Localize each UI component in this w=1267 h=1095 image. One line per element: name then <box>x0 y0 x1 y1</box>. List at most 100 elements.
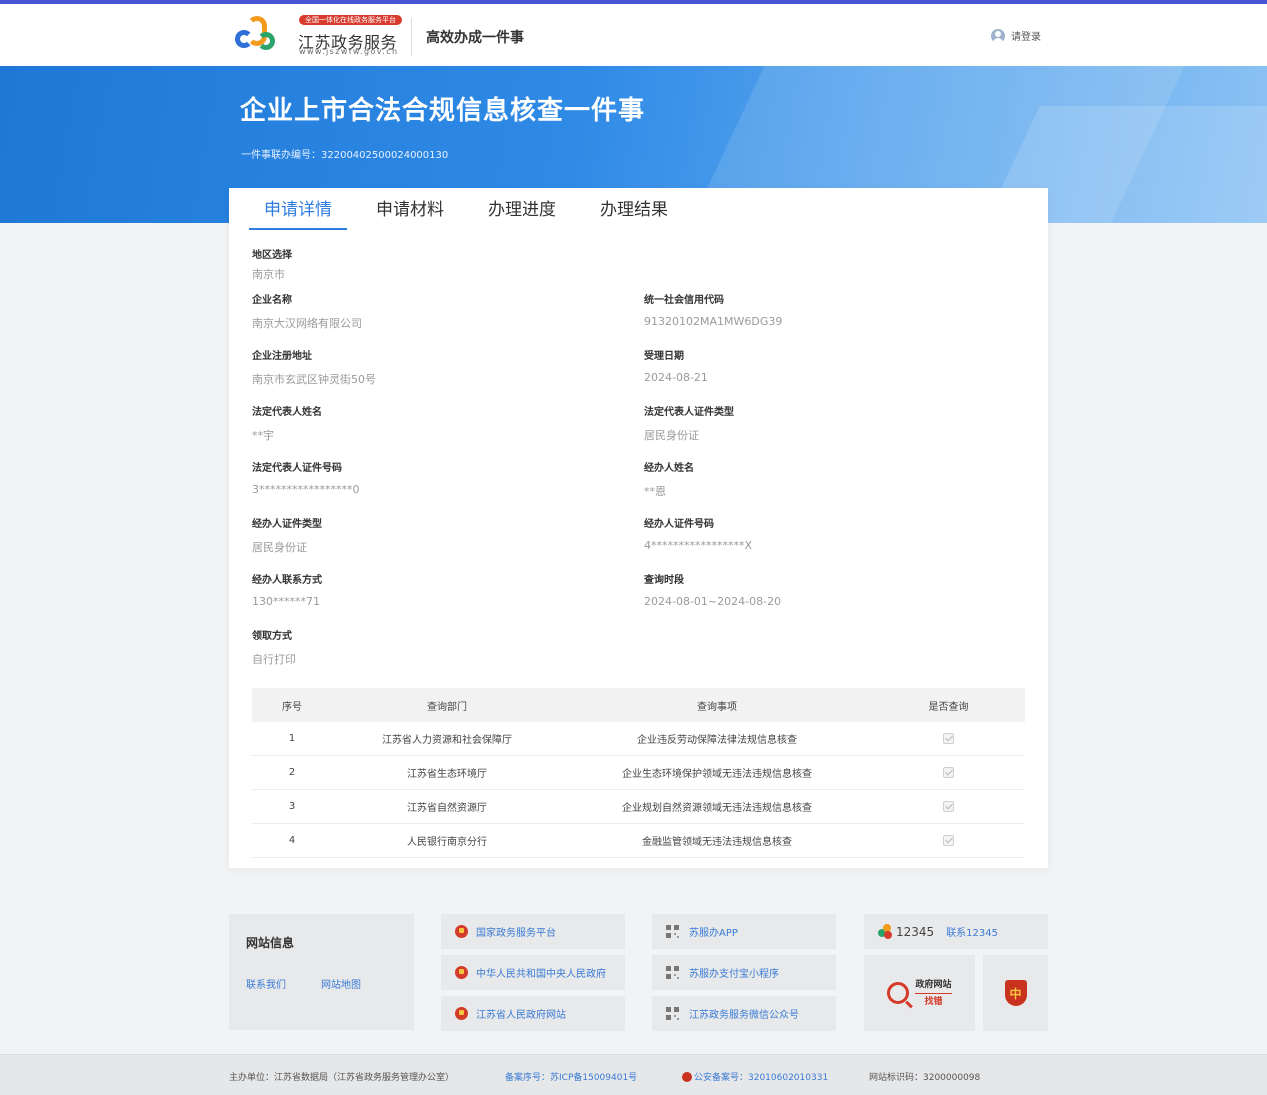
header-slogan: 高效办成一件事 <box>426 30 524 46</box>
queried-checkbox <box>943 835 954 846</box>
qr-code-icon <box>666 1007 679 1020</box>
app-link-label: 江苏政务服务微信公众号 <box>689 1010 799 1021</box>
field-value: 2024-08-21 <box>644 371 708 384</box>
national-emblem-icon <box>455 925 468 938</box>
field-agent-id-type: 经办人证件类型 居民身份证 <box>252 515 612 555</box>
party-org-badge[interactable]: 中 <box>983 955 1048 1031</box>
app-link-wechat[interactable]: 江苏政务服务微信公众号 <box>652 996 836 1031</box>
tab-progress[interactable]: 办理进度 <box>473 188 571 230</box>
field-value: 自行打印 <box>252 653 296 666</box>
field-accept-date: 受理日期 2024-08-21 <box>644 347 1004 384</box>
column-header-dept: 查询部门 <box>427 701 467 713</box>
field-agent-id-no: 经办人证件号码 4*****************X <box>644 515 1004 552</box>
field-value: **恩 <box>644 485 666 498</box>
bottom-bar: 主办单位：江苏省数据局（江苏省政务服务管理办公室） 备案序号：苏ICP备1500… <box>0 1054 1267 1095</box>
field-reg-address: 企业注册地址 南京市玄武区钟灵街50号 <box>252 347 612 387</box>
field-query-period: 查询时段 2024-08-01~2024-08-20 <box>644 571 1004 608</box>
field-value: 居民身份证 <box>252 541 307 554</box>
field-label: 经办人姓名 <box>644 463 694 474</box>
shield-icon: 中 <box>1004 980 1027 1006</box>
column-header-queried: 是否查询 <box>928 701 969 713</box>
login-label: 请登录 <box>1011 32 1041 43</box>
field-legal-id-no: 法定代表人证件号码 3*****************0 <box>252 459 612 496</box>
gov-link-central[interactable]: 中华人民共和国中央人民政府 <box>441 955 625 990</box>
field-label: 统一社会信用代码 <box>644 295 724 306</box>
row-dept: 人民银行南京分行 <box>407 837 487 848</box>
table-row: 1 江苏省人力资源和社会保障厅 企业违反劳动保障法律法规信息核查 <box>252 722 1025 756</box>
field-label: 经办人证件号码 <box>644 519 714 530</box>
platform-badge: 全国一体化在线政务服务平台 <box>299 15 402 25</box>
tab-application-details[interactable]: 申请详情 <box>249 188 347 230</box>
column-header-no: 序号 <box>282 701 302 713</box>
field-label: 经办人联系方式 <box>252 575 322 586</box>
gov-site-error-report[interactable]: 政府网站 找错 <box>864 955 975 1031</box>
hotline-link-label: 联系12345 <box>946 928 998 939</box>
tab-bar: 申请详情 申请材料 办理进度 办理结果 <box>249 188 697 230</box>
header-divider <box>411 18 412 56</box>
app-link-sufuban[interactable]: 苏服办APP <box>652 914 836 949</box>
hotline-12345-icon: 12345 <box>878 923 935 940</box>
qr-code-icon <box>666 925 679 938</box>
field-region: 地区选择 南京市 <box>252 246 612 282</box>
gov-link-jiangsu[interactable]: 江苏省人民政府网站 <box>441 996 625 1031</box>
row-no: 3 <box>288 801 296 812</box>
tab-result[interactable]: 办理结果 <box>585 188 683 230</box>
login-button[interactable]: 请登录 <box>991 28 1041 43</box>
gov-link-label: 中华人民共和国中央人民政府 <box>476 969 606 980</box>
gov-link-label: 江苏省人民政府网站 <box>476 1010 566 1021</box>
field-value: 91320102MA1MW6DG39 <box>644 315 783 328</box>
field-label: 经办人证件类型 <box>252 519 322 530</box>
row-no: 4 <box>288 835 296 846</box>
field-label: 企业名称 <box>252 295 292 306</box>
police-badge-icon <box>682 1072 692 1082</box>
queried-checkbox <box>943 767 954 778</box>
field-label: 法定代表人证件号码 <box>252 463 342 474</box>
gov-link-national[interactable]: 国家政务服务平台 <box>441 914 625 949</box>
sitemap-link[interactable]: 网站地图 <box>321 976 361 991</box>
jiucuo-title: 政府网站 <box>915 979 952 990</box>
column-header-item: 查询事项 <box>697 701 737 713</box>
table-row: 4 人民银行南京分行 金融监管领域无违法违规信息核查 <box>252 824 1025 858</box>
row-dept: 江苏省自然资源厅 <box>407 803 487 814</box>
hotline-link[interactable]: 12345 联系12345 <box>864 914 1048 949</box>
brand-url: www.jszwfw.gov.cn <box>299 47 399 56</box>
table-row: 3 江苏省自然资源厅 企业规划自然资源领域无违法违规信息核查 <box>252 790 1025 824</box>
field-value: 居民身份证 <box>644 429 699 442</box>
site-info-title: 网站信息 <box>246 936 295 950</box>
field-legal-id-type: 法定代表人证件类型 居民身份证 <box>644 403 1004 443</box>
field-label: 法定代表人证件类型 <box>644 407 734 418</box>
row-no: 2 <box>288 767 296 778</box>
row-item: 企业生态环境保护领域无违法违规信息核查 <box>622 769 812 780</box>
field-agent-name: 经办人姓名 **恩 <box>644 459 1004 499</box>
hotline-number: 12345 <box>896 924 935 939</box>
field-legal-name: 法定代表人姓名 **宇 <box>252 403 612 443</box>
site-id: 网站标识码：3200000098 <box>869 1073 981 1083</box>
row-no: 1 <box>288 733 296 744</box>
gov-link-label: 国家政务服务平台 <box>476 928 556 939</box>
site-logo-icon[interactable] <box>233 14 277 58</box>
field-label: 法定代表人姓名 <box>252 407 322 418</box>
field-label: 企业注册地址 <box>252 351 312 362</box>
queried-checkbox <box>943 801 954 812</box>
site-header: 全国一体化在线政务服务平台 江苏政务服务 www.jszwfw.gov.cn 高… <box>0 4 1267 66</box>
contact-us-link[interactable]: 联系我们 <box>246 976 286 991</box>
app-link-alipay[interactable]: 苏服办支付宝小程序 <box>652 955 836 990</box>
row-item: 企业违反劳动保障法律法规信息核查 <box>637 735 797 746</box>
icp-link[interactable]: 备案序号：苏ICP备15009401号 <box>505 1070 637 1083</box>
field-agent-phone: 经办人联系方式 130******71 <box>252 571 612 608</box>
police-record-link[interactable]: 公安备案号：32010602010331 <box>682 1070 828 1083</box>
field-value: 4*****************X <box>644 539 753 552</box>
national-emblem-icon <box>455 966 468 979</box>
field-company-name: 企业名称 南京大汉网络有限公司 <box>252 291 612 331</box>
field-label: 查询时段 <box>644 575 684 586</box>
magnifier-icon <box>887 982 910 1004</box>
site-info-box: 网站信息 联系我们 网站地图 <box>229 914 414 1030</box>
field-receive-method: 领取方式 自行打印 <box>252 627 612 667</box>
field-value: 南京大汉网络有限公司 <box>252 317 362 330</box>
field-value: 南京市 <box>252 268 285 281</box>
row-item: 企业规划自然资源领域无违法违规信息核查 <box>622 803 812 814</box>
tab-application-materials[interactable]: 申请材料 <box>361 188 459 230</box>
case-number: 一件事联办编号：3220040250002400013​0 <box>241 150 449 161</box>
host-unit: 主办单位：江苏省数据局（江苏省政务服务管理办公室） <box>229 1073 455 1083</box>
national-emblem-icon <box>455 1007 468 1020</box>
